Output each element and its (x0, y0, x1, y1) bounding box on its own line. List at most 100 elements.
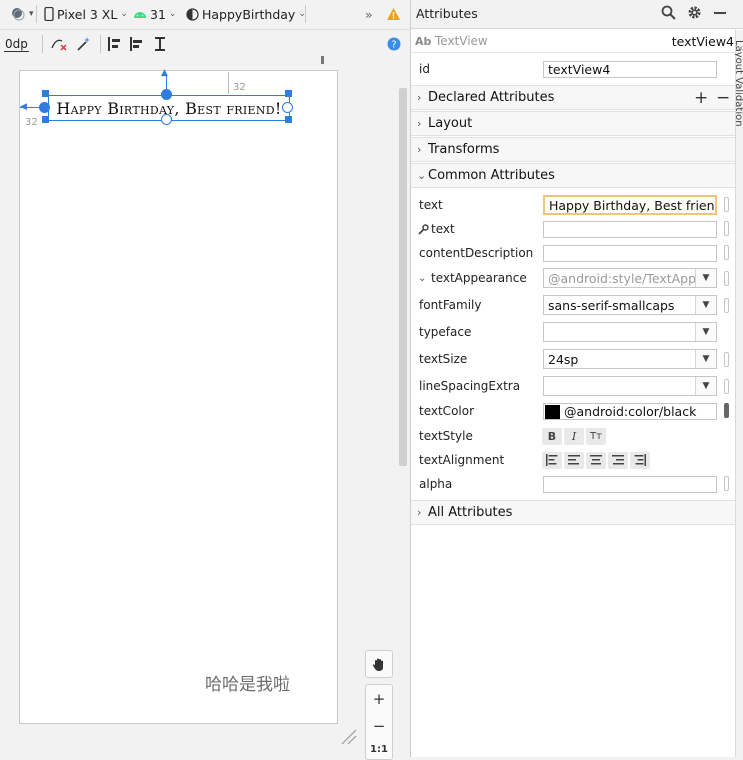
alpha-label: alpha (419, 477, 453, 491)
common-attributes-section[interactable]: ⌄ Common Attributes (411, 163, 736, 188)
align-text-start-button[interactable] (542, 451, 562, 469)
theme-selector[interactable]: HappyBirthday ⌄ (186, 0, 306, 28)
align-text-center-button[interactable] (586, 451, 606, 469)
text-size-label: textSize (419, 352, 468, 366)
guideline-icon (152, 35, 170, 53)
help-button[interactable]: ? (387, 30, 401, 58)
toolbar-divider (305, 5, 306, 23)
resize-handle-bottom-left[interactable] (42, 116, 49, 123)
align-text-end-button[interactable] (630, 451, 650, 469)
add-attribute-button[interactable]: + (694, 88, 708, 108)
canvas-vertical-scrollbar[interactable] (399, 88, 407, 466)
text-appearance-resource-picker[interactable] (724, 271, 729, 286)
minimize-icon[interactable] (714, 12, 726, 14)
remove-attribute-button[interactable]: − (716, 88, 730, 108)
transforms-title: Transforms (428, 142, 500, 157)
line-spacing-resource-picker[interactable] (724, 379, 729, 394)
api-level-selector[interactable]: 31 ⌄ (133, 0, 176, 28)
all-attributes-section[interactable]: › All Attributes (411, 500, 736, 525)
all-caps-toggle[interactable]: Tт (586, 427, 606, 445)
text-resource-picker[interactable] (724, 197, 729, 212)
pan-button[interactable] (365, 650, 393, 678)
declared-attributes-title: Declared Attributes (428, 90, 555, 105)
device-frame[interactable] (19, 70, 338, 724)
textview-type-icon: Ab (415, 34, 432, 48)
toolbar-overflow-button[interactable]: » (365, 0, 373, 28)
dropdown-arrow-icon: ▼ (695, 350, 716, 368)
constraint-anchor-left[interactable] (39, 102, 50, 113)
content-description-input[interactable] (543, 244, 717, 262)
layout-section[interactable]: › Layout (411, 111, 736, 136)
warning-icon (386, 7, 401, 21)
content-description-resource-picker[interactable] (724, 245, 729, 260)
warning-button[interactable] (386, 0, 401, 28)
guidelines-button[interactable] (152, 30, 170, 58)
id-label: id (419, 62, 430, 76)
font-family-row: fontFamily sans-serif-smallcaps ▼ (411, 295, 736, 315)
chevron-down-icon: ▾ (29, 9, 34, 19)
align-start-icon (546, 454, 558, 466)
text-input[interactable]: Happy Birthday, Best friend! (543, 195, 717, 215)
widget-id-display: textView4 (671, 33, 734, 49)
text-appearance-row: ⌄ textAppearance @android:style/TextApp … (411, 268, 736, 288)
constraint-anchor-top[interactable] (161, 89, 172, 100)
font-family-resource-picker[interactable] (724, 298, 729, 313)
chevron-down-icon: ⌄ (120, 9, 128, 19)
typeface-row: typeface ▼ (411, 322, 736, 342)
margin-left-label: 32 (25, 117, 38, 128)
align-text-right-button[interactable] (608, 451, 628, 469)
constraint-anchor-right[interactable] (282, 102, 293, 113)
device-selector[interactable]: Pixel 3 XL ⌄ (44, 0, 128, 28)
tools-text-resource-picker[interactable] (724, 221, 729, 236)
declared-attributes-section[interactable]: › Declared Attributes + − (411, 85, 736, 110)
bottom-textview[interactable]: 哈哈是我啦 (205, 670, 290, 695)
typeface-dropdown[interactable]: ▼ (543, 322, 717, 342)
all-attributes-title: All Attributes (428, 505, 513, 520)
left-arrow-icon: ◀ (20, 102, 27, 112)
text-color-resource-picker[interactable] (724, 403, 729, 418)
id-input[interactable]: textView4 (543, 60, 717, 78)
design-surface-toggle[interactable]: ▾ (10, 0, 34, 28)
text-color-label: textColor (419, 404, 475, 418)
text-size-dropdown[interactable]: 24sp ▼ (543, 349, 717, 369)
default-margin-selector[interactable]: 0dp (4, 30, 29, 58)
zoom-in-button[interactable]: + (373, 690, 386, 708)
text-color-input[interactable]: @android:color/black (543, 402, 717, 420)
clear-constraints-button[interactable] (50, 30, 68, 58)
bold-toggle[interactable]: B (542, 427, 562, 445)
theme-name: HappyBirthday (202, 6, 296, 22)
alpha-input[interactable] (543, 475, 717, 493)
alpha-resource-picker[interactable] (724, 476, 729, 491)
resize-handle-top-left[interactable] (42, 90, 49, 97)
font-family-label: fontFamily (419, 298, 482, 312)
transforms-section[interactable]: › Transforms (411, 137, 736, 162)
italic-toggle[interactable]: I (564, 427, 584, 445)
alpha-row: alpha (411, 475, 736, 493)
layers-icon (10, 6, 26, 22)
zoom-reset-button[interactable]: 1:1 (370, 744, 388, 755)
resize-handle-bottom-right[interactable] (285, 116, 292, 123)
infer-constraints-button[interactable] (76, 30, 92, 58)
zoom-out-button[interactable]: − (373, 717, 386, 735)
text-appearance-dropdown[interactable]: @android:style/TextApp ▼ (543, 268, 717, 288)
gear-icon[interactable] (687, 5, 702, 20)
tools-text-input[interactable] (543, 220, 717, 238)
text-size-resource-picker[interactable] (724, 352, 729, 367)
layout-validation-tab[interactable]: Layout Validation (735, 40, 743, 150)
resize-handle-top-right[interactable] (285, 90, 292, 97)
wrench-icon (418, 223, 429, 235)
align-button[interactable] (128, 30, 146, 58)
dropdown-arrow-icon: ▼ (695, 296, 716, 314)
default-margin-value: 0dp (4, 36, 29, 52)
theme-icon (186, 7, 199, 21)
search-icon[interactable] (661, 5, 676, 20)
resize-grip-icon[interactable] (340, 728, 358, 749)
chevron-down-icon: ⌄ (418, 272, 427, 284)
font-family-dropdown[interactable]: sans-serif-smallcaps ▼ (543, 295, 717, 315)
color-swatch[interactable] (545, 404, 560, 419)
align-text-left-button[interactable] (564, 451, 584, 469)
pack-button[interactable] (106, 30, 124, 58)
pack-icon (106, 35, 124, 53)
constraint-anchor-bottom[interactable] (161, 114, 172, 125)
line-spacing-dropdown[interactable]: ▼ (543, 376, 717, 396)
